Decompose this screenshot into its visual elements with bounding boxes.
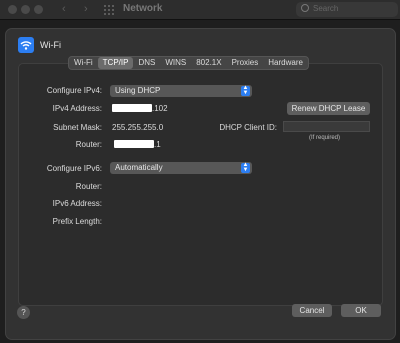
renew-dhcp-lease-button[interactable]: Renew DHCP Lease [287, 102, 370, 115]
help-button[interactable]: ? [17, 306, 30, 319]
wifi-icon [18, 37, 34, 53]
configure-ipv6-select[interactable]: Automatically ▲ ▼ [110, 162, 252, 174]
configure-ipv4-label: Configure IPv4: [46, 86, 102, 95]
close-window-button[interactable] [8, 5, 17, 14]
if-required-hint: (If required) [309, 135, 341, 141]
tab-bar: Wi-Fi TCP/IP DNS WINS 802.1X Proxies Har… [68, 56, 309, 70]
search-icon [301, 4, 309, 12]
tab-proxies[interactable]: Proxies [227, 57, 264, 69]
tab-wifi[interactable]: Wi-Fi [69, 57, 98, 69]
cancel-button[interactable]: Cancel [292, 304, 332, 317]
router-value: .1 [114, 140, 161, 149]
redacted-router-prefix [114, 140, 154, 148]
ipv6-address-label: IPv6 Address: [52, 199, 102, 208]
subnet-mask-value: 255.255.255.0 [112, 123, 164, 132]
tab-8021x[interactable]: 802.1X [191, 57, 226, 69]
minimize-window-button[interactable] [21, 5, 30, 14]
network-advanced-sheet: Wi-Fi Wi-Fi TCP/IP DNS WINS 802.1X Proxi… [5, 28, 396, 340]
router6-label: Router: [75, 182, 102, 191]
configure-ipv6-value: Automatically [115, 163, 163, 172]
configure-ipv4-value: Using DHCP [115, 86, 161, 95]
tab-tcpip[interactable]: TCP/IP [97, 57, 134, 69]
back-arrow-icon[interactable]: ‹ [62, 3, 66, 15]
configure-ipv6-label: Configure IPv6: [46, 164, 102, 173]
dhcp-client-id-input[interactable] [283, 121, 370, 132]
search-placeholder: Search [313, 4, 339, 13]
select-stepper-icon: ▲ ▼ [241, 85, 250, 96]
tab-wins[interactable]: WINS [160, 57, 191, 69]
ipv4-address-label: IPv4 Address: [52, 104, 102, 113]
configure-ipv4-select[interactable]: Using DHCP ▲ ▼ [110, 85, 252, 97]
tab-dns[interactable]: DNS [133, 57, 160, 69]
ipv4-address-value: .102 [112, 104, 168, 113]
forward-arrow-icon[interactable]: › [84, 3, 88, 15]
window-titlebar: ‹ › Network Search [0, 0, 400, 20]
window-title: Network [123, 3, 163, 14]
subnet-mask-label: Subnet Mask: [53, 123, 102, 132]
zoom-window-button[interactable] [34, 5, 43, 14]
router-label: Router: [75, 140, 102, 149]
show-all-grid-icon[interactable] [104, 5, 114, 15]
select-stepper-icon: ▲ ▼ [241, 162, 250, 173]
dhcp-client-id-label: DHCP Client ID: [219, 123, 277, 132]
search-field[interactable] [296, 2, 398, 17]
ok-button[interactable]: OK [341, 304, 381, 317]
redacted-ip-prefix [112, 104, 152, 112]
service-name: Wi-Fi [40, 40, 61, 50]
prefix-length-label: Prefix Length: [52, 217, 102, 226]
tab-hardware[interactable]: Hardware [263, 57, 308, 69]
